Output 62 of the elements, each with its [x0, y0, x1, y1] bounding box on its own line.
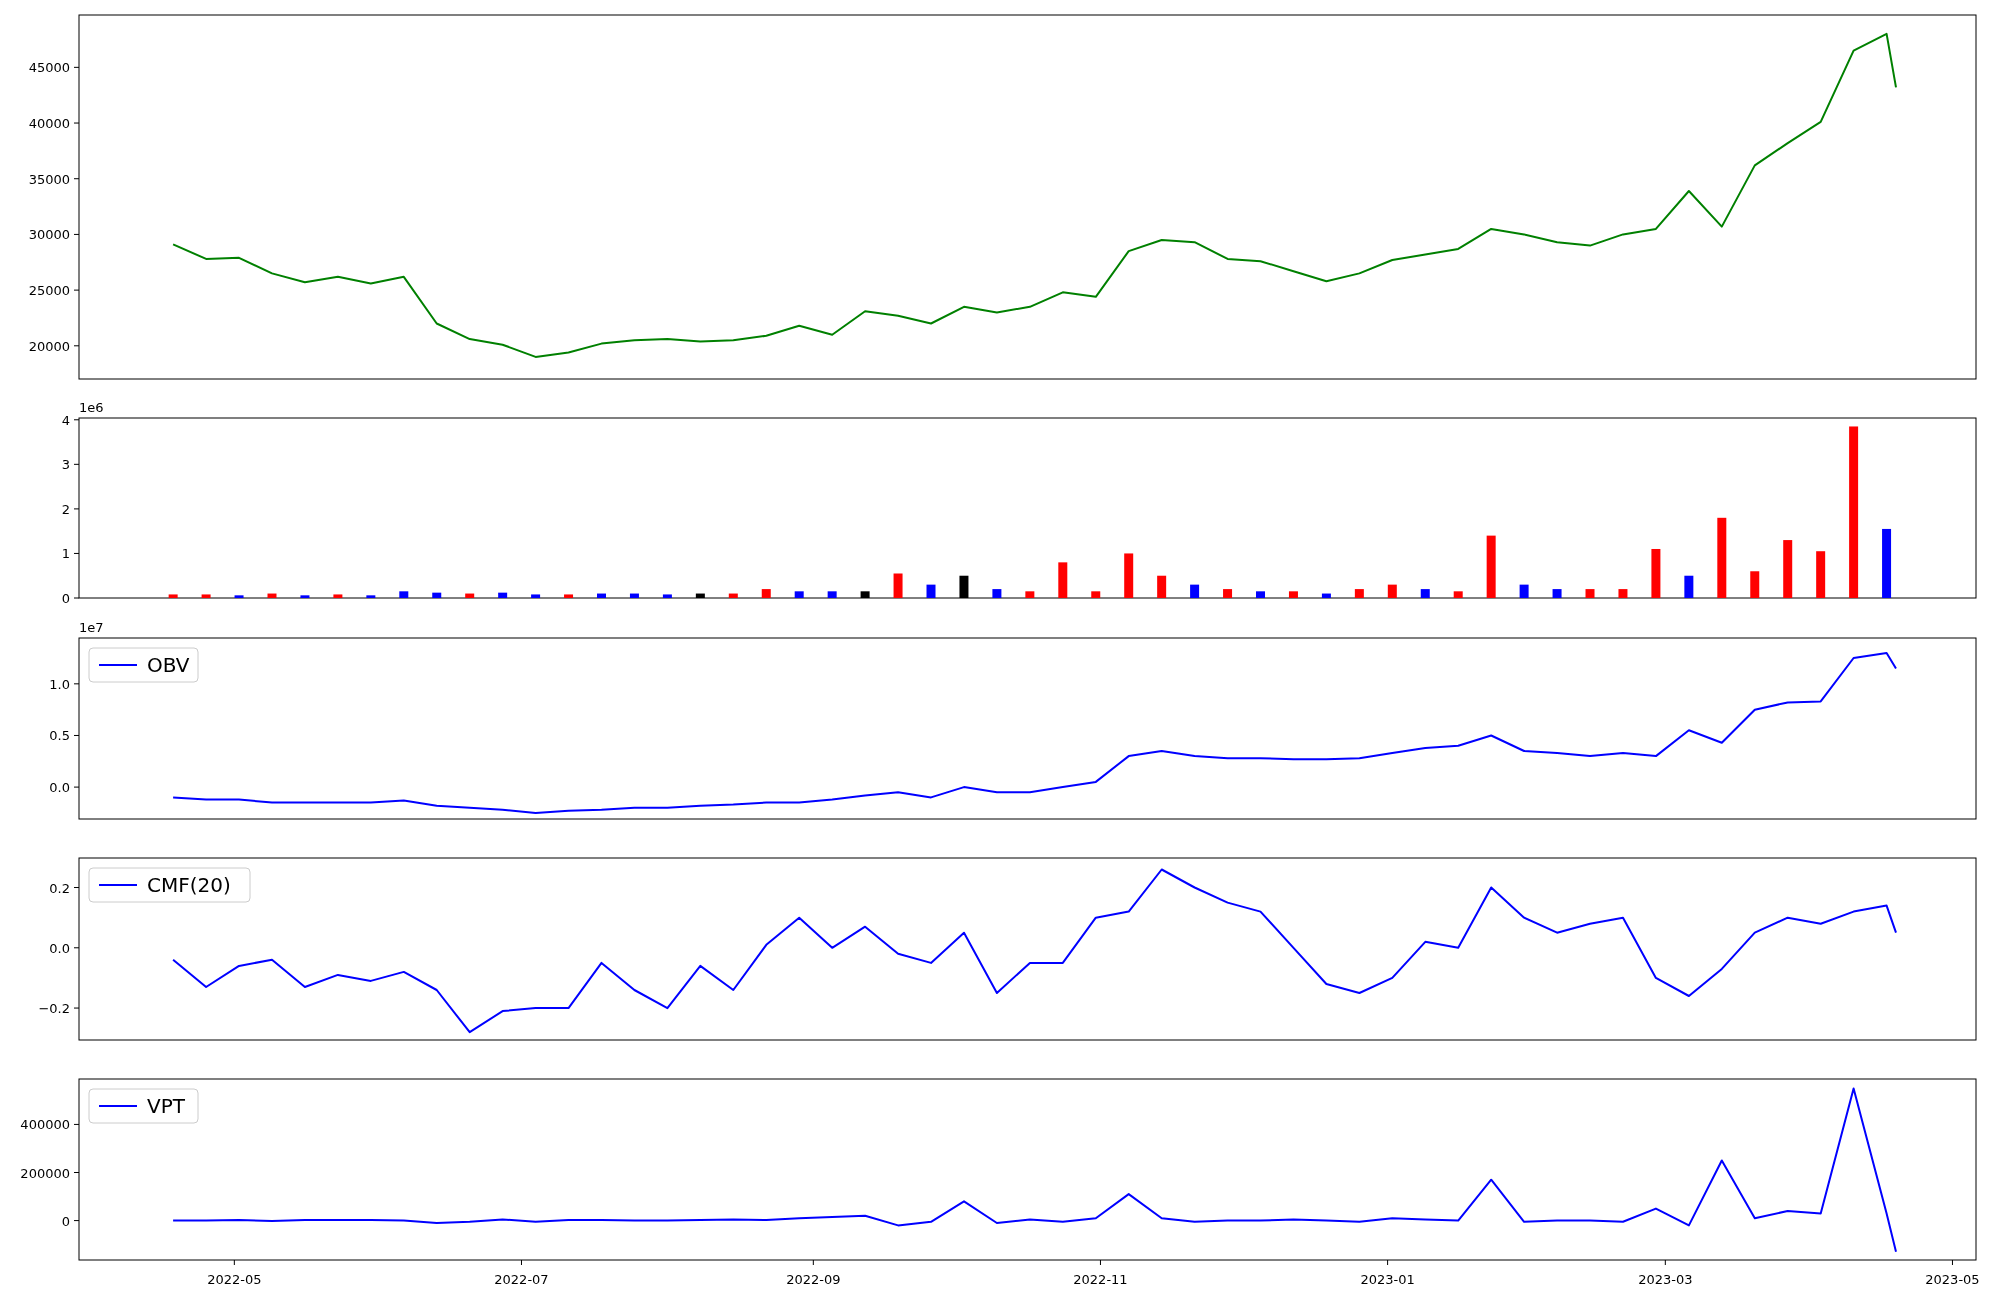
y-tick-label: 0 [61, 1213, 70, 1229]
y-tick-label: 3 [61, 457, 70, 473]
y-tick-mark [73, 887, 80, 889]
y-tick-mark [73, 1220, 80, 1222]
legend-line-icon [98, 884, 138, 886]
x-tick-mark [233, 1259, 235, 1266]
y-tick-label: 25000 [28, 283, 70, 299]
y-tick-mark [73, 463, 80, 465]
y-tick-mark [73, 597, 80, 599]
y-tick-mark [73, 1123, 80, 1125]
x-tick-mark [521, 1259, 522, 1266]
x-tick-label: 2023-01 [1360, 1272, 1415, 1287]
x-tick-mark [812, 1259, 814, 1266]
y-tick-label: 0.0 [49, 780, 70, 796]
y-tick-mark [73, 734, 80, 736]
x-tick-mark [1387, 1259, 1389, 1266]
y-tick-mark [73, 419, 80, 421]
x-tick-label: 2022-11 [1073, 1272, 1128, 1287]
y-tick-label: −0.2 [38, 1001, 70, 1017]
y-tick-label: 2 [61, 501, 70, 517]
y-tick-mark [73, 178, 80, 180]
y-tick-mark [73, 508, 80, 510]
y-tick-label: 45000 [28, 60, 70, 76]
y-tick-label: 0.0 [49, 940, 70, 956]
y-tick-label: 1.0 [49, 676, 70, 692]
axis-offset-label: 1e6 [79, 400, 104, 415]
x-tick-mark [1099, 1259, 1101, 1266]
x-tick-label: 2023-03 [1638, 1272, 1693, 1287]
y-tick-mark [73, 1172, 80, 1173]
y-tick-label: 400000 [20, 1117, 70, 1133]
y-tick-mark [73, 552, 80, 554]
y-tick-mark [73, 786, 80, 788]
x-tick-label: 2023-05 [1925, 1272, 1980, 1287]
y-tick-mark [73, 233, 80, 235]
x-tick-mark [1664, 1259, 1666, 1266]
x-tick-label: 2022-09 [786, 1272, 841, 1287]
y-tick-label: 200000 [20, 1165, 70, 1181]
legend-label: CMF(20) [147, 873, 231, 897]
y-tick-label: 35000 [28, 171, 70, 187]
axis-offset-label: 1e7 [79, 620, 104, 635]
y-tick-mark [73, 947, 80, 949]
y-tick-label: 4 [61, 412, 70, 428]
y-tick-label: 0.5 [49, 728, 70, 744]
legend-line-icon [98, 664, 138, 666]
y-tick-label: 0 [61, 591, 70, 606]
y-tick-mark [73, 66, 80, 68]
x-tick-label: 2022-07 [494, 1272, 549, 1287]
x-tick-mark [1951, 1259, 1953, 1266]
y-tick-mark [73, 345, 80, 347]
y-tick-label: 30000 [28, 227, 70, 243]
y-tick-mark [73, 683, 80, 685]
y-tick-mark [73, 1007, 80, 1009]
y-tick-mark [73, 289, 80, 291]
y-tick-label: 1 [61, 546, 70, 562]
y-tick-label: 20000 [28, 338, 70, 354]
legend-label: VPT [147, 1094, 185, 1118]
legend-label: OBV [147, 653, 190, 677]
y-tick-label: 0.2 [49, 880, 70, 896]
legend-line-icon [98, 1105, 138, 1107]
y-tick-label: 40000 [28, 116, 70, 132]
x-tick-label: 2022-05 [207, 1272, 262, 1287]
y-tick-mark [73, 122, 80, 124]
